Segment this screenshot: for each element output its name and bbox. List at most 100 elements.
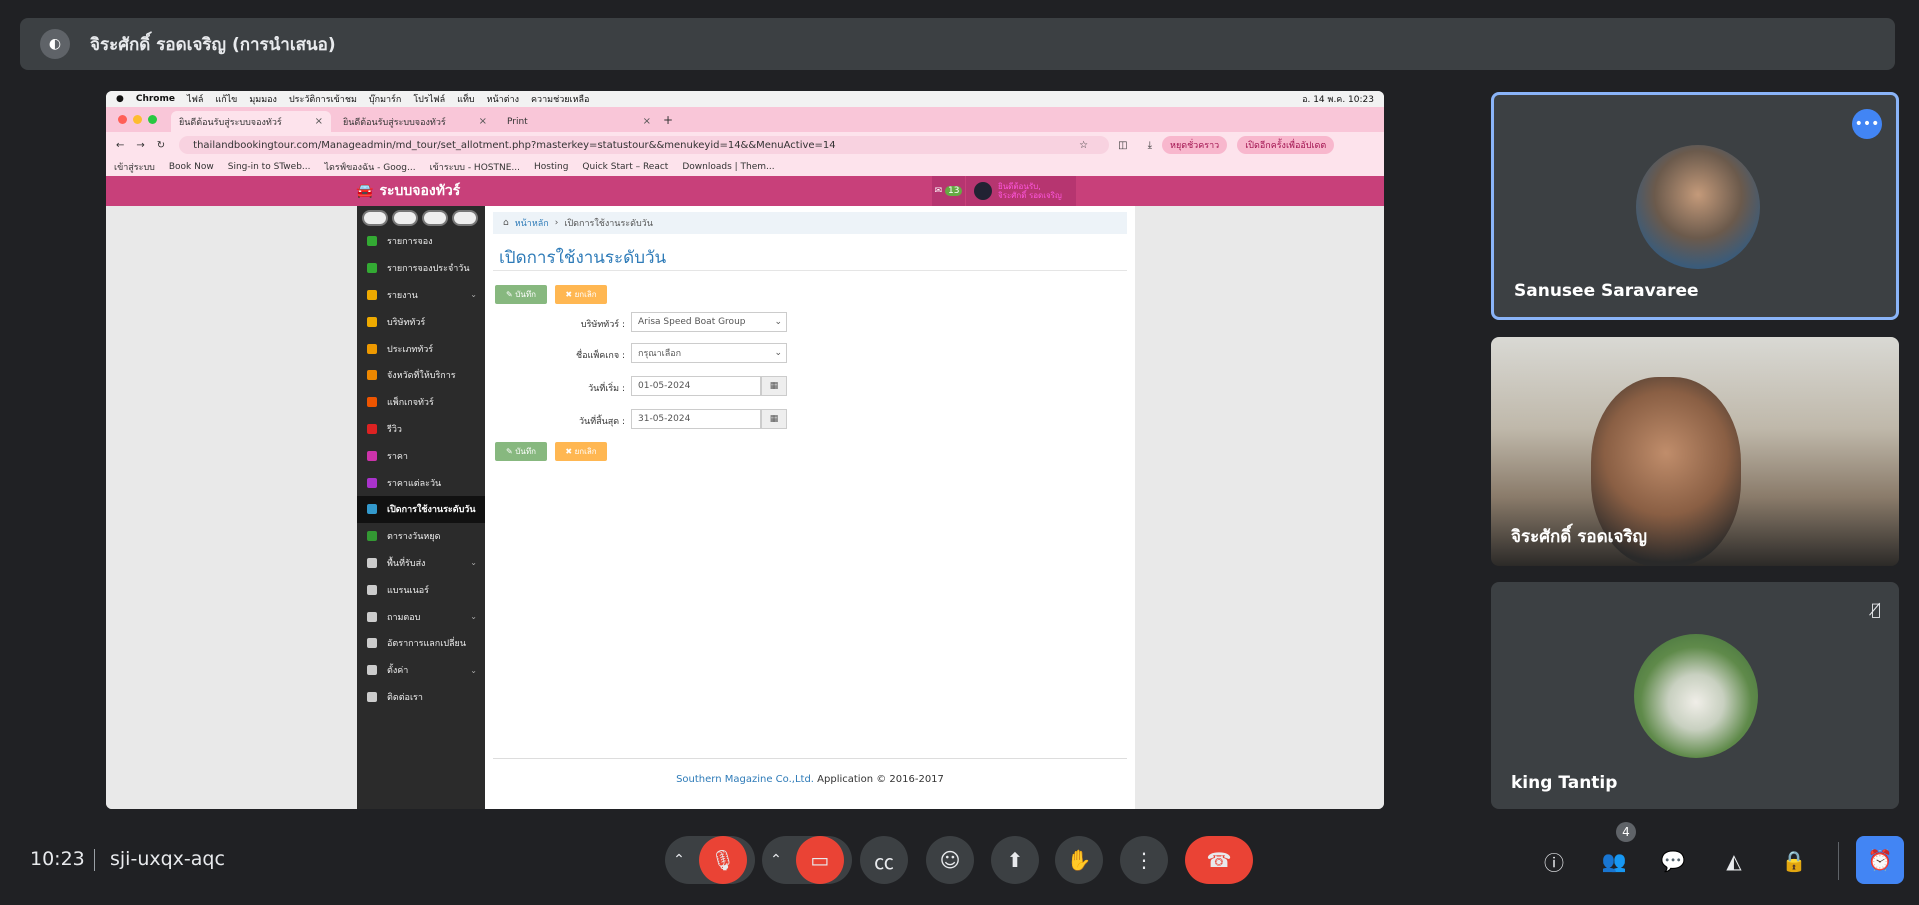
user-menu[interactable]: ยินดีต้อนรับ, จิระศักดิ์ รอดเจริญ bbox=[966, 176, 1076, 206]
bookmark-item[interactable]: ไดรฟ์ของฉัน - Goog... bbox=[325, 160, 416, 174]
company-label: บริษัททัวร์ : bbox=[580, 320, 625, 330]
package-select[interactable]: กรุณาเลือก ⌄ bbox=[631, 343, 787, 363]
chevron-down-icon: ⌄ bbox=[470, 290, 477, 300]
people-icon[interactable]: 👥 bbox=[1598, 845, 1630, 877]
bookmark-item[interactable]: เข้าสู่ระบบ bbox=[114, 160, 155, 174]
menu-item-icon bbox=[367, 343, 377, 354]
star-icon[interactable]: ☆ bbox=[1079, 140, 1088, 151]
company-select[interactable]: Arisa Speed Boat Group ⌄ bbox=[631, 312, 787, 332]
sidebar-item[interactable]: รายการจองประจำวัน bbox=[357, 255, 485, 282]
sidebar-item[interactable]: ตารางวันหยุด bbox=[357, 523, 485, 550]
sidebar-item[interactable]: ถามตอบ ⌄ bbox=[357, 603, 485, 630]
mic-control[interactable]: ⌃ 🎙 bbox=[665, 836, 755, 884]
extensions-icon[interactable]: ◫ bbox=[1118, 140, 1127, 151]
browser-tab[interactable]: ยินดีต้อนรับสู่ระบบจองทัวร์ × bbox=[335, 111, 495, 132]
mac-menu-profile: โปรไฟล์ bbox=[413, 95, 446, 105]
sidebar-item[interactable]: ตั้งค่า ⌄ bbox=[357, 657, 485, 684]
save-button[interactable]: ✎ บันทึก bbox=[495, 442, 547, 461]
sidebar-item[interactable]: รายงาน ⌄ bbox=[357, 282, 485, 309]
menu-item-icon bbox=[367, 450, 377, 461]
chevron-up-icon[interactable]: ⌃ bbox=[673, 852, 685, 868]
settings-shortcut-icon[interactable] bbox=[452, 210, 478, 226]
bookmark-item[interactable]: Sing-in to STweb... bbox=[228, 162, 311, 172]
mac-menu-chrome: Chrome bbox=[135, 94, 175, 104]
sidebar-item[interactable]: ราคา bbox=[357, 442, 485, 469]
forward-icon[interactable]: → bbox=[136, 140, 144, 151]
close-icon[interactable]: × bbox=[479, 116, 487, 127]
host-controls-icon[interactable]: 🔒 bbox=[1778, 845, 1810, 877]
footer-company[interactable]: Southern Magazine Co.,Ltd. bbox=[676, 774, 814, 785]
new-tab-icon[interactable]: + bbox=[663, 113, 673, 127]
browser-tab[interactable]: Print × bbox=[499, 111, 659, 132]
minimize-dot[interactable] bbox=[133, 115, 142, 124]
bookmark-item[interactable]: Downloads | Them... bbox=[682, 162, 774, 172]
menu-item-icon bbox=[367, 531, 377, 542]
sidebar-item-label: เปิดการใช้งานระดับวัน bbox=[387, 505, 476, 516]
chat-icon[interactable]: 💬 bbox=[1657, 845, 1689, 877]
breadcrumb-home[interactable]: หน้าหลัก bbox=[515, 216, 549, 230]
update-button[interactable]: เปิดอีกครั้งเพื่ออัปเดต bbox=[1237, 136, 1335, 154]
more-vert-icon[interactable]: ⋮ bbox=[1120, 836, 1168, 884]
pause-button[interactable]: หยุดชั่วคราว bbox=[1162, 136, 1228, 154]
sidebar-item[interactable]: แพ็กเกจทัวร์ bbox=[357, 389, 485, 416]
sidebar-item[interactable]: อัตราการแลกเปลี่ยน bbox=[357, 630, 485, 657]
sidebar-item[interactable]: ประเภททัวร์ bbox=[357, 335, 485, 362]
close-icon[interactable]: × bbox=[643, 116, 651, 127]
calendar-icon[interactable]: ▦ bbox=[761, 409, 787, 429]
sidebar-item[interactable]: รายการจอง bbox=[357, 228, 485, 255]
app-brand[interactable]: 🚘 ระบบจองทัวร์ bbox=[356, 176, 496, 206]
close-icon[interactable]: × bbox=[315, 116, 323, 127]
sidebar-item[interactable]: จังหวัดที่ให้บริการ bbox=[357, 362, 485, 389]
bookmark-item[interactable]: Hosting bbox=[534, 162, 568, 172]
sidebar-item[interactable]: ติดต่อเรา bbox=[357, 684, 485, 711]
sidebar-item[interactable]: บริษัททัวร์ bbox=[357, 308, 485, 335]
camera-control[interactable]: ⌃ ▭ bbox=[762, 836, 852, 884]
bookmark-item[interactable]: Book Now bbox=[169, 162, 214, 172]
reload-icon[interactable]: ↻ bbox=[157, 140, 165, 151]
sidebar-item[interactable]: แบรนเนอร์ bbox=[357, 576, 485, 603]
save-button[interactable]: ✎ บันทึก bbox=[495, 285, 547, 304]
user-shortcut-icon[interactable] bbox=[392, 210, 418, 226]
mail-button[interactable]: ✉ 13 bbox=[932, 176, 966, 206]
bookmark-item[interactable]: Quick Start – React bbox=[582, 162, 668, 172]
bookmark-item[interactable]: เข้าระบบ - HOSTNE... bbox=[430, 160, 520, 174]
participant-tile[interactable]: 🎙̸ king Tantip bbox=[1491, 582, 1899, 809]
activities-icon[interactable]: ◭ bbox=[1718, 845, 1750, 877]
camera-off-icon[interactable]: ▭ bbox=[795, 836, 844, 884]
present-icon[interactable]: ⬆ bbox=[991, 836, 1039, 884]
cancel-label: ยกเลิก bbox=[574, 290, 597, 299]
sidebar-item[interactable]: รีวิว bbox=[357, 416, 485, 443]
emoji-icon[interactable]: ☺ bbox=[926, 836, 974, 884]
participant-tile[interactable]: จิระศักดิ์ รอดเจริญ bbox=[1491, 337, 1899, 566]
mac-menu-edit: แก้ไข bbox=[215, 95, 238, 105]
participant-name: Sanusee Saravaree bbox=[1514, 281, 1699, 301]
chevron-up-icon[interactable]: ⌃ bbox=[770, 852, 782, 868]
participant-tile[interactable]: ••• Sanusee Saravaree bbox=[1491, 92, 1899, 320]
calendar-icon[interactable]: ▦ bbox=[761, 376, 787, 396]
start-date-input[interactable]: 01-05-2024 bbox=[631, 376, 761, 396]
mac-menu-history: ประวัติการเข้าชม bbox=[288, 95, 357, 105]
cancel-button[interactable]: ✖ ยกเลิก bbox=[555, 442, 607, 461]
mic-off-icon[interactable]: 🎙 bbox=[698, 836, 747, 884]
browser-tab[interactable]: ยินดีต้อนรับสู่ระบบจองทัวร์ × bbox=[171, 111, 331, 132]
captions-icon[interactable]: ㏄ bbox=[860, 836, 908, 884]
end-date-input[interactable]: 31-05-2024 bbox=[631, 409, 761, 429]
group-shortcut-icon[interactable] bbox=[422, 210, 448, 226]
sidebar-item[interactable]: เปิดการใช้งานระดับวัน bbox=[357, 495, 485, 523]
zoom-dot[interactable] bbox=[148, 115, 157, 124]
info-icon[interactable]: ⓘ bbox=[1538, 845, 1570, 877]
raise-hand-icon[interactable]: ✋ bbox=[1055, 836, 1103, 884]
end-call-button[interactable]: ☎ bbox=[1185, 836, 1253, 884]
home-shortcut-icon[interactable] bbox=[362, 210, 388, 226]
cancel-button[interactable]: ✖ ยกเลิก bbox=[555, 285, 607, 304]
sidebar-item[interactable]: ราคาแต่ละวัน bbox=[357, 469, 485, 496]
timer-icon[interactable]: ⏰ bbox=[1856, 836, 1904, 884]
download-icon[interactable]: ⤓ bbox=[1148, 140, 1152, 151]
more-options-icon[interactable]: ••• bbox=[1852, 109, 1882, 139]
close-dot[interactable] bbox=[118, 115, 127, 124]
url-field[interactable]: thailandbookingtour.com/Manageadmin/md_t… bbox=[179, 136, 1110, 154]
sidebar-item[interactable]: พื้นที่รับส่ง ⌄ bbox=[357, 550, 485, 577]
sidebar-item-label: ราคาแต่ละวัน bbox=[387, 478, 442, 489]
back-icon[interactable]: ← bbox=[116, 140, 124, 151]
user-name: จิระศักดิ์ รอดเจริญ bbox=[998, 191, 1062, 200]
